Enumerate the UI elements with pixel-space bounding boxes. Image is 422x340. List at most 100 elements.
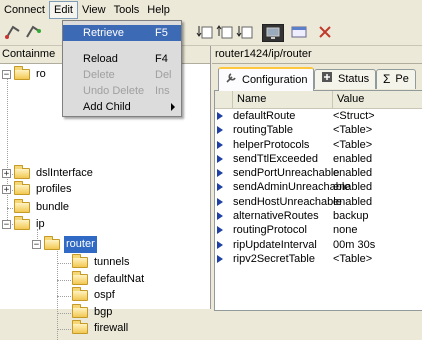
menu-view[interactable]: View — [78, 1, 110, 19]
table-row[interactable]: sendTtlExceeded enabled — [215, 152, 422, 166]
tree-node-dslinterface[interactable]: + dslInterface — [2, 165, 95, 182]
tree-node-ip[interactable]: − ip — [2, 216, 47, 233]
menu-item-add-child[interactable]: Add Child — [63, 99, 181, 115]
submenu-arrow-icon — [171, 103, 175, 111]
row-arrow-icon — [217, 112, 223, 120]
property-name: routingTable — [233, 124, 293, 137]
table-row[interactable]: sendAdminUnreachable enabled — [215, 180, 422, 194]
window-icon[interactable] — [290, 24, 308, 40]
table-row[interactable]: ripv2SecretTable <Table> — [215, 252, 422, 266]
collapse-icon[interactable]: − — [2, 70, 11, 80]
property-name: ripUpdateInterval — [233, 238, 317, 251]
table-header: Name Value — [215, 91, 422, 109]
tab-pe[interactable]: Σ Pe — [376, 69, 416, 89]
column-header-value[interactable]: Value — [333, 91, 422, 108]
table-row[interactable]: ripUpdateInterval 00m 30s — [215, 238, 422, 252]
row-arrow-icon — [217, 212, 223, 221]
menu-connect[interactable]: Connect — [0, 1, 49, 19]
property-value[interactable]: 00m 30s — [333, 238, 375, 252]
move-down-icon[interactable] — [196, 24, 214, 40]
folder-icon — [72, 320, 88, 334]
menu-item-retrieve[interactable]: Retrieve F5 — [63, 25, 181, 41]
collapse-icon[interactable]: − — [2, 220, 11, 230]
property-value[interactable]: enabled — [333, 166, 372, 180]
property-name: sendHostUnreachable — [233, 195, 342, 208]
menu-item-reload[interactable]: Reload F4 — [63, 51, 181, 67]
property-name: helperProtocols — [233, 138, 310, 151]
row-arrow-icon — [217, 140, 223, 149]
folder-icon — [14, 199, 30, 213]
folder-icon — [14, 66, 30, 80]
table-row[interactable]: defaultRoute <Struct> — [215, 109, 422, 123]
folder-icon — [72, 271, 88, 285]
folder-icon — [14, 165, 30, 179]
folder-icon — [14, 181, 30, 195]
table-row[interactable]: helperProtocols <Table> — [215, 138, 422, 152]
tab-status[interactable]: Status — [314, 69, 377, 89]
tree-node-bundle[interactable]: bundle — [14, 199, 71, 216]
property-name: alternativeRoutes — [233, 210, 319, 223]
row-arrow-icon — [217, 240, 223, 249]
menu-item-undo-delete: Undo Delete Ins — [83, 85, 170, 97]
tree-node-router[interactable]: − router — [32, 236, 97, 253]
expand-icon[interactable]: + — [2, 185, 11, 195]
menu-help[interactable]: Help — [143, 1, 174, 19]
collapse-icon[interactable]: − — [32, 240, 41, 250]
property-name: defaultRoute — [233, 110, 296, 122]
properties-panel: router1424/ip/router Configuration Statu… — [212, 46, 422, 311]
row-arrow-icon — [217, 126, 223, 135]
folder-icon — [14, 216, 30, 230]
property-name: sendPortUnreachable — [233, 167, 340, 180]
row-arrow-icon — [217, 183, 223, 192]
menu-tools[interactable]: Tools — [110, 1, 144, 19]
property-value[interactable]: <Table> — [333, 252, 372, 266]
row-arrow-icon — [217, 226, 223, 235]
menu-item-delete: Delete Del — [83, 69, 172, 81]
tree-node-firewall[interactable]: firewall — [72, 320, 130, 337]
status-icon — [321, 70, 333, 89]
table-row[interactable]: sendHostUnreachable enabled — [215, 195, 422, 209]
row-arrow-icon — [217, 197, 223, 206]
row-arrow-icon — [217, 154, 223, 163]
property-value[interactable]: backup — [333, 209, 368, 223]
tree-node-defaultnat[interactable]: defaultNat — [72, 271, 146, 288]
tree-node-root[interactable]: − ro — [2, 66, 48, 83]
property-value[interactable]: <Table> — [333, 138, 372, 152]
tree-node-tunnels[interactable]: tunnels — [72, 254, 131, 271]
table-row[interactable]: routingTable <Table> — [215, 123, 422, 137]
table-row[interactable]: alternativeRoutes backup — [215, 209, 422, 223]
tree-node-profiles[interactable]: + profiles — [2, 181, 73, 198]
tree-node-bgp[interactable]: bgp — [72, 304, 114, 321]
tab-configuration[interactable]: Configuration — [218, 67, 315, 91]
property-value[interactable]: enabled — [333, 195, 372, 209]
insert-icon[interactable] — [236, 24, 254, 40]
object-path: router1424/ip/router — [212, 46, 422, 64]
menu-edit[interactable]: Edit — [48, 1, 78, 19]
table-row[interactable]: sendPortUnreachable enabled — [215, 166, 422, 180]
table-body: defaultRoute <Struct> routingTable <Table> h… — [215, 109, 422, 266]
properties-table: Name Value defaultRoute <Struct> routingTa… — [214, 90, 422, 311]
property-value[interactable]: <Table> — [333, 123, 372, 137]
property-name: routingProtocol — [233, 224, 307, 237]
close-icon[interactable] — [316, 24, 334, 40]
edit-menu-dropdown: Retrieve F5 Reload F4 Delete Del Undo De… — [62, 20, 182, 117]
disconnect-icon[interactable] — [24, 24, 42, 40]
property-value[interactable]: enabled — [333, 152, 372, 166]
menu-bar: Connect Edit View Tools Help — [0, 0, 422, 20]
folder-icon — [44, 236, 60, 250]
move-up-icon[interactable] — [216, 24, 234, 40]
property-value[interactable]: none — [333, 223, 357, 237]
property-value[interactable]: <Struct> — [333, 109, 375, 123]
sigma-icon: Σ — [383, 72, 391, 86]
table-row[interactable]: routingProtocol none — [215, 223, 422, 237]
property-name: sendTtlExceeded — [233, 152, 318, 165]
expand-icon[interactable]: + — [2, 169, 11, 179]
column-header-name[interactable]: Name — [233, 91, 333, 108]
wrench-icon — [225, 71, 237, 90]
tree-node-ospf[interactable]: ospf — [72, 287, 117, 304]
monitor-icon[interactable] — [262, 24, 284, 42]
tab-strip: Configuration Status Σ Pe — [212, 64, 422, 91]
folder-icon — [72, 287, 88, 301]
property-value[interactable]: enabled — [333, 180, 372, 194]
connect-icon[interactable] — [4, 24, 22, 40]
